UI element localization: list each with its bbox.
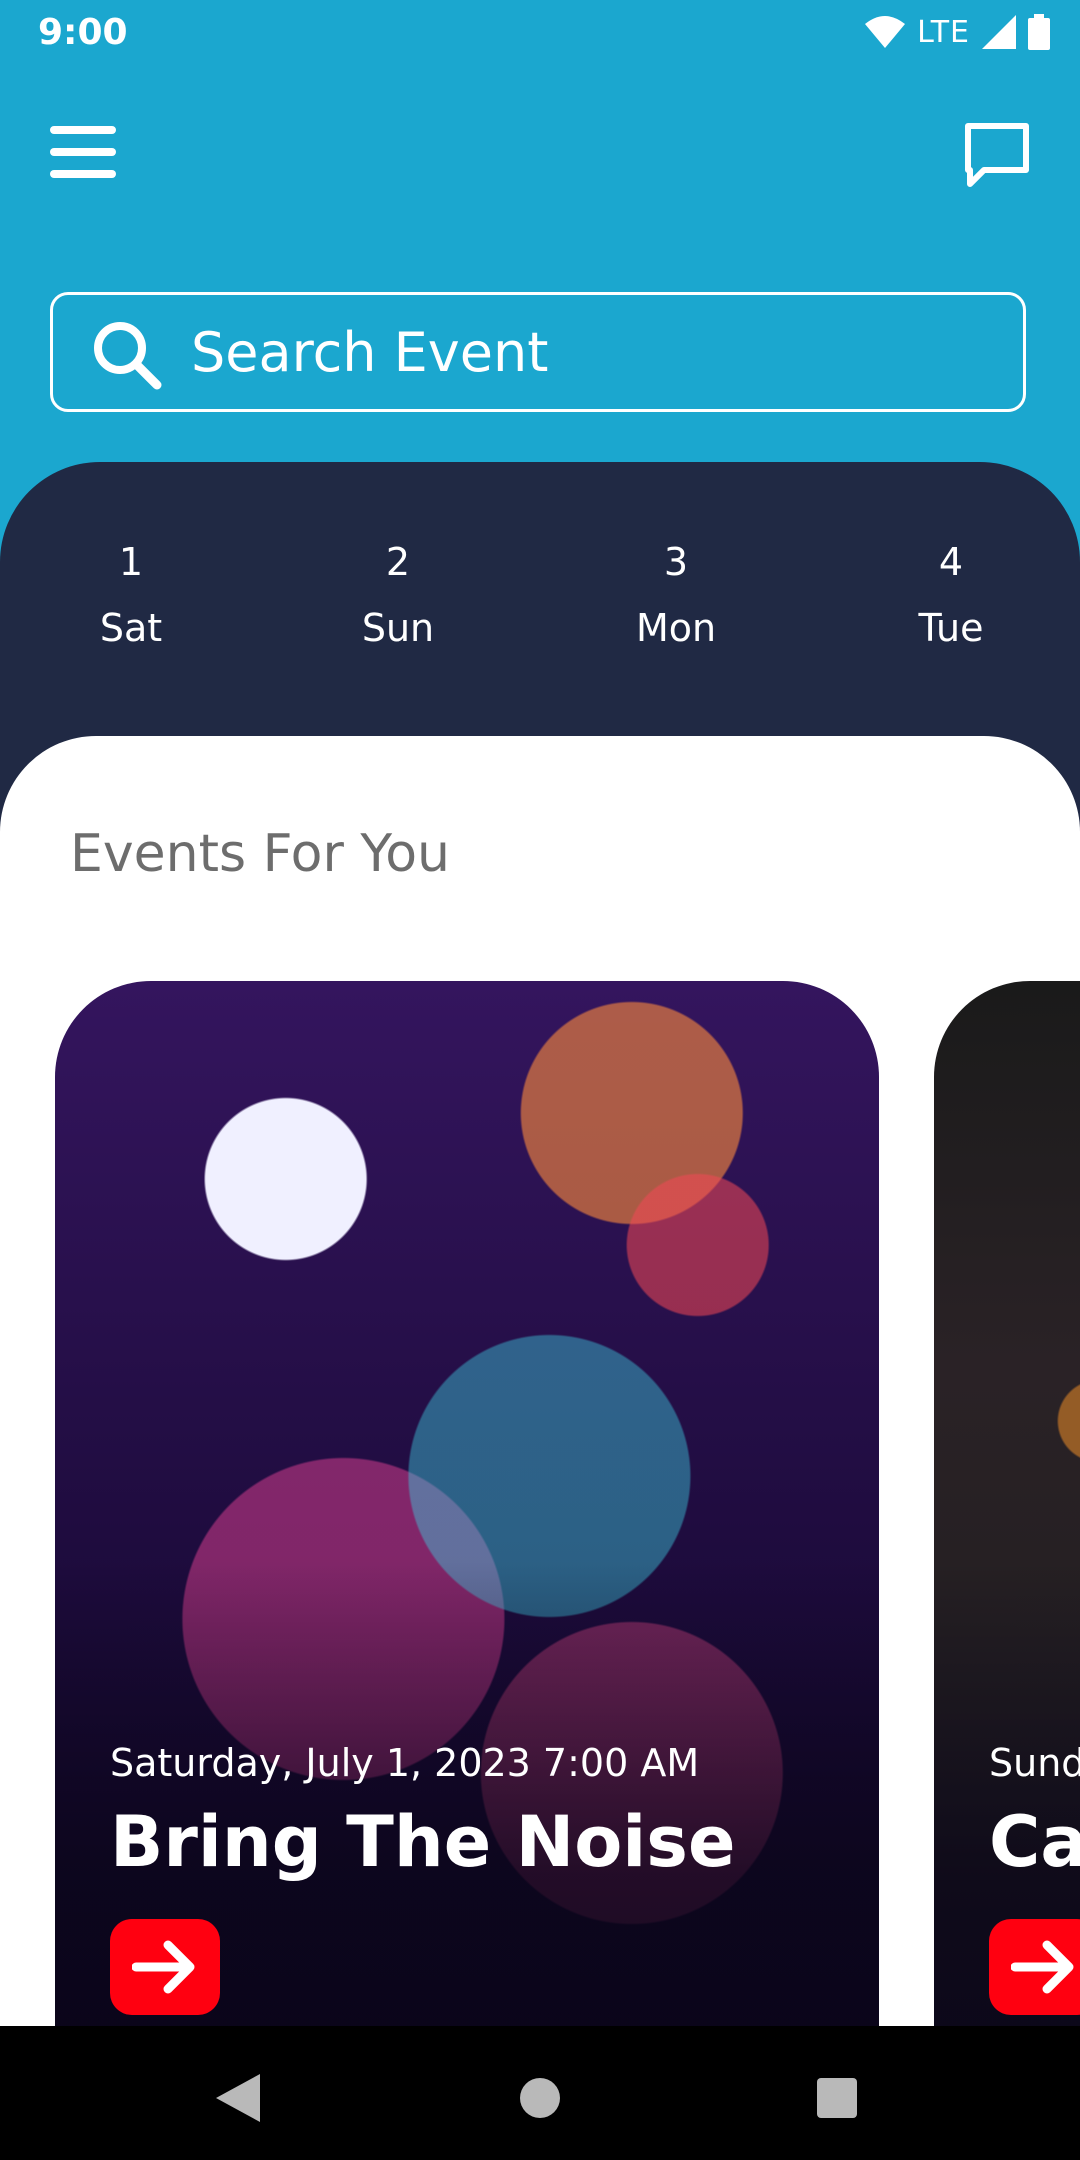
status-bar: 9:00 LTE [0, 0, 1080, 66]
events-section: Events For You Saturday, July 1, 2023 7:… [0, 736, 1080, 2026]
date-weekday: Sun [361, 606, 435, 650]
date-weekday: Mon [635, 606, 717, 650]
status-icons: LTE [865, 14, 1050, 50]
recents-icon[interactable] [817, 2078, 857, 2118]
event-open-button[interactable] [110, 1919, 220, 2015]
date-number: 4 [938, 540, 964, 584]
battery-icon [1028, 14, 1050, 50]
date-item-mon[interactable]: 3 Mon [601, 540, 751, 650]
arrow-right-icon [132, 1940, 195, 1994]
system-nav-bar [0, 2026, 1080, 2160]
event-title: Bring The Noise [110, 1801, 736, 1883]
search-input[interactable]: Search Event [50, 292, 1026, 412]
back-icon[interactable] [216, 2074, 260, 2122]
hamburger-menu-icon[interactable] [50, 126, 116, 178]
event-card[interactable]: Saturday, July 1, 2023 7:00 AM Bring The… [55, 981, 879, 2026]
search-placeholder: Search Event [191, 321, 549, 384]
event-card[interactable]: Sunday Ca [934, 981, 1080, 2026]
date-number: 3 [663, 540, 689, 584]
chat-bubble-icon[interactable] [962, 120, 1032, 190]
date-number: 1 [118, 540, 144, 584]
signal-icon [982, 15, 1016, 49]
arrow-right-icon [1011, 1940, 1074, 1994]
home-icon[interactable] [520, 2078, 560, 2118]
date-item-tue[interactable]: 4 Tue [876, 540, 1026, 650]
section-title: Events For You [70, 824, 450, 884]
date-weekday: Sat [99, 606, 163, 650]
event-title: Ca [989, 1801, 1080, 1883]
date-number: 2 [385, 540, 411, 584]
date-item-sat[interactable]: 1 Sat [56, 540, 206, 650]
event-date: Saturday, July 1, 2023 7:00 AM [110, 1741, 700, 1785]
date-weekday: Tue [918, 606, 984, 650]
date-item-sun[interactable]: 2 Sun [323, 540, 473, 650]
search-icon [94, 322, 162, 390]
status-time: 9:00 [38, 12, 128, 53]
network-type: LTE [917, 14, 970, 50]
event-open-button[interactable] [989, 1919, 1080, 2015]
event-date: Sunday [989, 1741, 1080, 1785]
wifi-icon [865, 16, 906, 48]
